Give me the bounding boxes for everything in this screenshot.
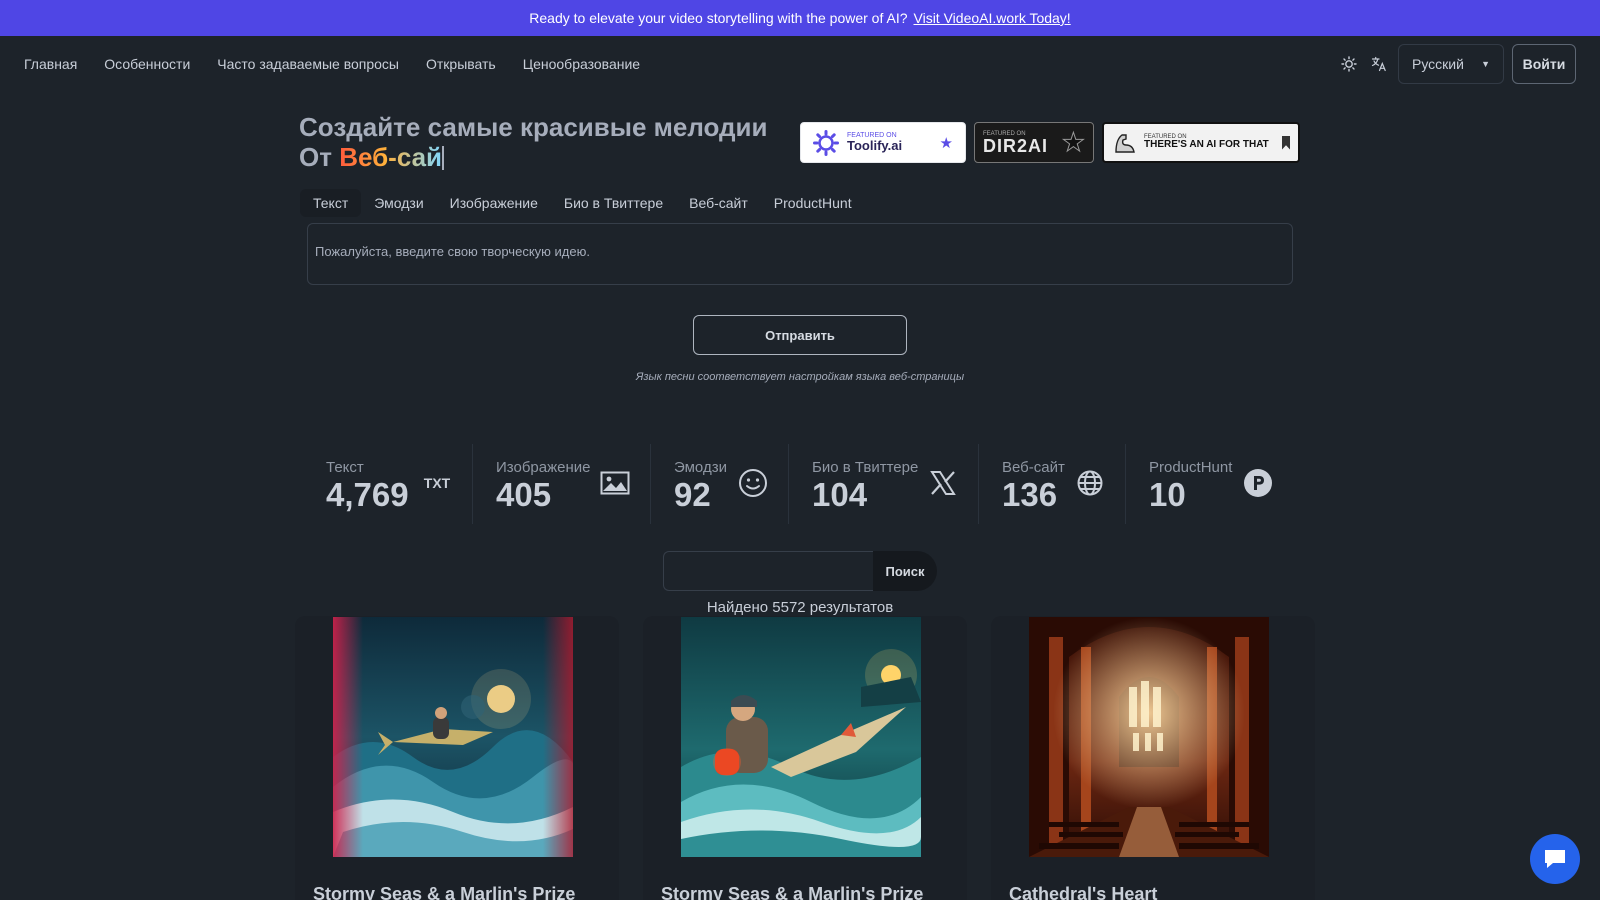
nav-link-features[interactable]: Особенности [104, 56, 190, 72]
tab-text[interactable]: Текст [300, 189, 362, 217]
results-grid: Stormy Seas & a Marlin's Prize Stormy Se… [295, 616, 1315, 900]
star-icon: ★ [1061, 127, 1085, 158]
chat-widget-button[interactable] [1530, 834, 1580, 884]
stat-title: Веб-сайт [1002, 459, 1065, 476]
dir2ai-badge-text: FEATURED ON DIR2AI [983, 131, 1048, 155]
stat-website: Веб-сайт 136 [979, 444, 1126, 524]
stat-value: 92 [674, 476, 711, 513]
card-image[interactable] [333, 617, 573, 857]
promo-banner: Ready to elevate your video storytelling… [0, 0, 1600, 36]
globe-icon [1075, 468, 1105, 498]
stats-bar: Текст 4,769 TXT Изображение 405 Эмодзи 9… [303, 444, 1293, 524]
chevron-down-icon: ▼ [1481, 59, 1490, 69]
stat-text: Текст 4,769 TXT [303, 444, 473, 524]
aift-badge-name: THERE'S AN AI FOR THAT [1144, 139, 1269, 151]
card-image[interactable] [681, 617, 921, 857]
song-card[interactable]: Stormy Seas & a Marlin's Prize [643, 616, 967, 900]
stat-emoji: Эмодзи 92 [651, 444, 789, 524]
theres-an-ai-for-that-badge[interactable]: FEATURED ON THERE'S AN AI FOR THAT [1102, 122, 1300, 163]
chat-bubble-icon [1545, 850, 1565, 868]
tab-twitter-bio[interactable]: Био в Твиттере [551, 189, 676, 217]
dir2ai-badge[interactable]: FEATURED ON DIR2AI ★ [974, 122, 1094, 163]
tab-image[interactable]: Изображение [437, 189, 551, 217]
card-title[interactable]: Stormy Seas & a Marlin's Prize [313, 884, 575, 900]
hero-title-typed-word: Веб-сай [339, 142, 443, 172]
aift-badge-text: FEATURED ON THERE'S AN AI FOR THAT [1144, 134, 1269, 151]
idea-textarea[interactable]: Пожалуйста, введите свою творческую идею… [307, 223, 1293, 285]
input-type-tabs: Текст Эмодзи Изображение Био в Твиттере … [300, 189, 865, 217]
dir2ai-badge-name: DIR2AI [983, 135, 1049, 156]
nav-link-faq[interactable]: Часто задаваемые вопросы [217, 56, 399, 72]
submit-button[interactable]: Отправить [693, 315, 907, 355]
song-language-note: Язык песни соответствует настройкам язык… [635, 371, 965, 383]
language-select-value: Русский [1412, 56, 1464, 72]
nav-links: Главная Особенности Часто задаваемые воп… [24, 56, 640, 72]
results-count: Найдено 5572 результатов [706, 599, 894, 616]
promo-banner-link[interactable]: Visit VideoAI.work Today! [914, 10, 1071, 26]
song-card[interactable]: Stormy Seas & a Marlin's Prize [295, 616, 619, 900]
txt-icon-label: TXT [423, 475, 451, 491]
typing-cursor [442, 146, 445, 170]
search-input[interactable] [663, 551, 873, 591]
bookmark-icon [1282, 135, 1290, 150]
card-title[interactable]: Stormy Seas & a Marlin's Prize [661, 884, 923, 900]
idea-textarea-placeholder: Пожалуйста, введите свою творческую идею… [315, 244, 590, 259]
toolify-badge[interactable]: FEATURED ON Toolify.ai ★ [800, 122, 966, 163]
search-bar: Поиск [663, 551, 937, 591]
stat-title: Эмодзи [674, 459, 727, 476]
tab-producthunt[interactable]: ProductHunt [761, 189, 865, 217]
stat-twitter-bio: Био в Твиттере 104 [789, 444, 979, 524]
sun-icon[interactable] [1338, 53, 1360, 75]
search-button[interactable]: Поиск [873, 551, 937, 591]
toolify-badge-text: FEATURED ON Toolify.ai [847, 132, 902, 154]
stat-image: Изображение 405 [473, 444, 651, 524]
star-icon: ★ [939, 134, 953, 152]
login-button[interactable]: Войти [1512, 44, 1576, 84]
hero-title-prefix: От [299, 142, 332, 172]
flexing-arm-icon [1115, 133, 1135, 153]
nav-link-discover[interactable]: Открывать [426, 56, 496, 72]
language-select[interactable]: Русский ▼ [1398, 44, 1504, 84]
stat-producthunt: ProductHunt 10 [1126, 444, 1293, 524]
image-icon [600, 468, 630, 498]
stat-value: 136 [1002, 476, 1058, 513]
song-card[interactable]: Cathedral's Heart [991, 616, 1315, 900]
translate-icon[interactable] [1368, 53, 1390, 75]
x-logo-icon [928, 468, 958, 498]
nav-link-pricing[interactable]: Ценообразование [523, 56, 640, 72]
card-image[interactable] [1029, 617, 1269, 857]
nav-link-home[interactable]: Главная [24, 56, 77, 72]
top-nav: Главная Особенности Часто задаваемые воп… [0, 36, 1600, 92]
txt-icon: TXT [422, 468, 452, 498]
tab-website[interactable]: Веб-сайт [676, 189, 761, 217]
card-title[interactable]: Cathedral's Heart [1009, 884, 1157, 900]
toolify-badge-name: Toolify.ai [847, 138, 903, 154]
tab-emoji[interactable]: Эмодзи [361, 189, 436, 217]
toolify-logo-icon [813, 129, 839, 156]
producthunt-icon [1243, 468, 1273, 498]
featured-badges: FEATURED ON Toolify.ai ★ FEATURED ON DIR… [800, 122, 1300, 163]
smiley-icon [738, 468, 768, 498]
promo-banner-text: Ready to elevate your video storytelling… [529, 10, 908, 26]
nav-right: Русский ▼ Войти [1338, 44, 1576, 84]
